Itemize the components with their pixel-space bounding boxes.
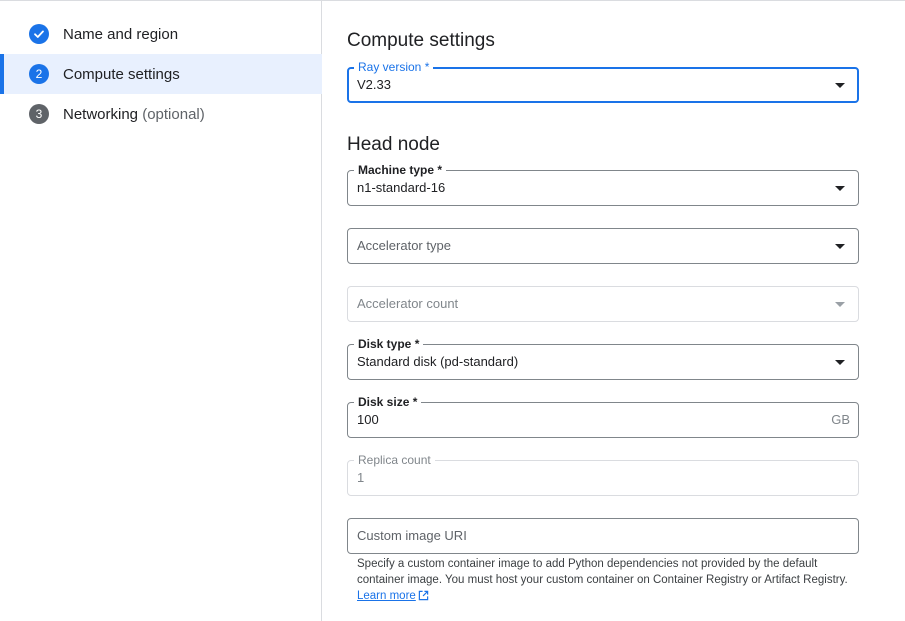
page-title: Compute settings — [347, 30, 495, 51]
ray-version-select[interactable]: Ray version * V2.33 — [347, 60, 859, 103]
step-name-and-region[interactable]: Name and region — [0, 14, 322, 54]
accelerator-count-select: Accelerator count — [347, 286, 859, 322]
section-title-head-node: Head node — [347, 134, 440, 155]
step-label: Compute settings — [63, 65, 180, 83]
accelerator-type-select[interactable]: Accelerator type — [347, 228, 859, 264]
field-placeholder: Custom image URI — [357, 528, 467, 543]
step-compute-settings[interactable]: 2 Compute settings — [0, 54, 322, 94]
field-label: Disk size * — [354, 395, 422, 409]
unit-suffix: GB — [831, 412, 850, 427]
custom-image-uri-input[interactable]: Custom image URI — [347, 518, 859, 554]
step-number-badge: 3 — [29, 104, 49, 124]
step-label-text: Networking — [63, 105, 139, 123]
step-number-badge: 2 — [29, 64, 49, 84]
step-label: Networking (optional) — [63, 106, 205, 123]
selected-value: V2.33 — [357, 77, 391, 92]
learn-more-label: Learn more — [357, 590, 416, 602]
learn-more-link[interactable]: Learn more — [357, 590, 429, 602]
input-value: 100 — [357, 412, 379, 427]
stepper-nav: Name and region 2 Compute settings 3 Net… — [0, 1, 322, 621]
field-label: Replica count — [354, 453, 435, 467]
field-label: Ray version * — [354, 60, 434, 74]
selected-value: n1-standard-16 — [357, 180, 446, 195]
replica-count-input: Replica count 1 — [347, 453, 859, 496]
dropdown-arrow-icon — [835, 186, 845, 191]
disk-size-input[interactable]: Disk size * 100 GB — [347, 395, 859, 438]
step-networking[interactable]: 3 Networking (optional) — [0, 94, 322, 134]
field-label: Machine type * — [354, 163, 447, 177]
dropdown-arrow-icon — [835, 360, 845, 365]
helper-text: Specify a custom container image to add … — [357, 558, 848, 586]
input-value: 1 — [357, 470, 365, 485]
external-link-icon — [418, 590, 429, 601]
field-placeholder: Accelerator count — [357, 296, 459, 311]
step-label: Name and region — [63, 25, 179, 43]
field-label: Disk type * — [354, 337, 424, 351]
optional-tag: (optional) — [142, 105, 205, 123]
custom-image-helper-text: Specify a custom container image to add … — [357, 556, 852, 604]
machine-type-select[interactable]: Machine type * n1-standard-16 — [347, 163, 859, 206]
selected-value: Standard disk (pd-standard) — [357, 354, 519, 369]
disk-type-select[interactable]: Disk type * Standard disk (pd-standard) — [347, 337, 859, 380]
dropdown-arrow-icon — [835, 244, 845, 249]
dropdown-arrow-icon — [835, 302, 845, 307]
dropdown-arrow-icon — [835, 83, 845, 88]
field-placeholder: Accelerator type — [357, 238, 451, 253]
check-icon — [29, 24, 49, 44]
